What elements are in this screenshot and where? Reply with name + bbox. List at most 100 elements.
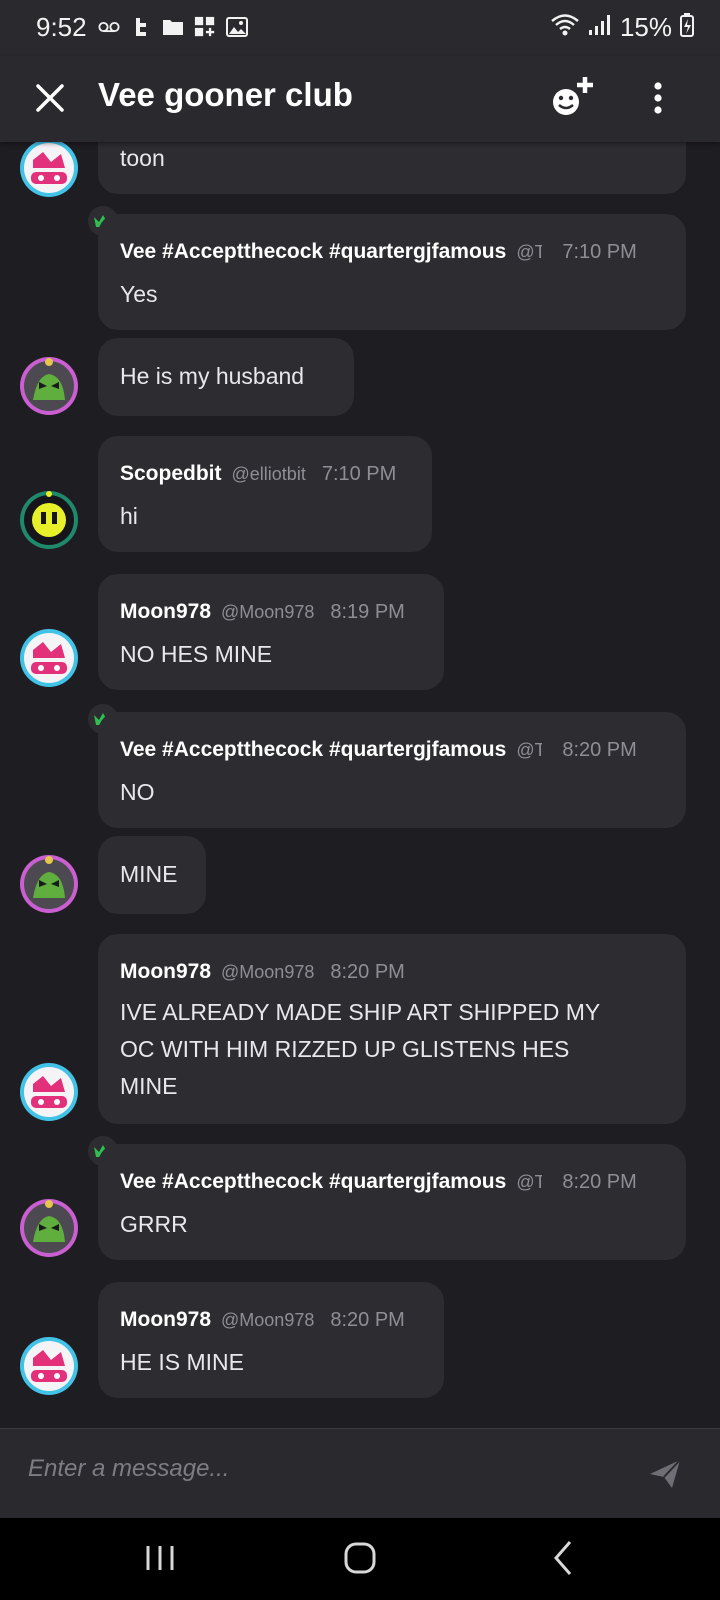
message-bubble[interactable]: He is my husband bbox=[98, 338, 354, 416]
message-time: 8:20 PM bbox=[562, 739, 637, 761]
message-meta: Vee #Acceptthecock #quartergjfamous @Te … bbox=[120, 738, 637, 762]
recent-apps-button[interactable] bbox=[140, 1538, 180, 1578]
add-member-button[interactable] bbox=[548, 72, 598, 122]
avatar-moon978[interactable] bbox=[19, 628, 79, 688]
status-bar: 9:52 15% bbox=[0, 0, 720, 56]
recent-apps-icon bbox=[146, 1546, 174, 1570]
message-author[interactable]: Vee #Acceptthecock #quartergjfamous bbox=[120, 1170, 506, 1194]
robot-avatar-icon bbox=[20, 629, 78, 687]
chat-header: Vee gooner club bbox=[0, 56, 720, 142]
message-handle: @Te bbox=[516, 1172, 543, 1192]
message-handle: @Moon978 bbox=[221, 962, 315, 982]
message-composer: Enter a message... bbox=[0, 1428, 720, 1518]
message-handle: @Moon978 bbox=[221, 602, 315, 622]
message-text: Yes bbox=[120, 281, 158, 307]
status-time: 9:52 bbox=[36, 12, 87, 42]
message-author[interactable]: Moon978 bbox=[120, 960, 211, 984]
message-handle: @Te bbox=[516, 242, 543, 262]
send-icon bbox=[650, 1459, 681, 1488]
apps-add-icon bbox=[194, 16, 216, 38]
message-bubble[interactable]: Vee #Acceptthecock #quartergjfamous @Te … bbox=[98, 1144, 686, 1260]
green-creature-avatar-icon bbox=[20, 1199, 78, 1257]
message-text: MINE bbox=[120, 861, 178, 887]
folder-icon bbox=[162, 16, 184, 38]
more-options-button[interactable] bbox=[640, 78, 676, 118]
message-time: 7:10 PM bbox=[321, 463, 397, 485]
message-meta: Moon978 @Moon978 8:19 PM bbox=[120, 600, 405, 624]
system-status: 15% bbox=[550, 12, 694, 43]
message-text-line: IVE ALREADY MADE SHIP ART SHIPPED MY bbox=[120, 999, 601, 1025]
gallery-icon bbox=[226, 16, 248, 38]
battery-charging-icon bbox=[680, 13, 694, 42]
signal-icon bbox=[588, 14, 612, 41]
message-author[interactable]: Moon978 bbox=[120, 1308, 211, 1332]
message-bubble[interactable]: Moon978 @Moon978 8:19 PM NO HES MINE bbox=[98, 574, 444, 690]
message-text: IVE ALREADY MADE SHIP ART SHIPPED MY OC … bbox=[120, 994, 600, 1105]
message-author[interactable]: Moon978 bbox=[120, 600, 211, 624]
system-nav-bar bbox=[0, 1518, 720, 1600]
avatar-vee[interactable] bbox=[19, 854, 79, 914]
message-text: NO HES MINE bbox=[120, 641, 273, 667]
back-chevron-icon bbox=[554, 1541, 572, 1575]
home-button[interactable] bbox=[340, 1538, 380, 1578]
message-bubble[interactable]: toon bbox=[98, 142, 686, 194]
message-bubble[interactable]: Moon978 @Moon978 8:20 PM IVE ALREADY MAD… bbox=[98, 934, 686, 1124]
message-handle: @Te bbox=[516, 740, 543, 760]
message-time: 7:10 PM bbox=[562, 241, 637, 263]
close-button[interactable] bbox=[30, 78, 70, 118]
message-meta: Moon978 @Moon978 8:20 PM bbox=[120, 960, 405, 984]
message-text: GRRR bbox=[120, 1211, 188, 1237]
message-text-line: OC WITH HIM RIZZED UP GLISTENS HES bbox=[120, 1036, 570, 1062]
avatar-moon978[interactable] bbox=[19, 1062, 79, 1122]
message-list[interactable]: toon Vee #Acceptthecock #quartergjfamous… bbox=[0, 142, 720, 1428]
message-meta: Vee #Acceptthecock #quartergjfamous @Te … bbox=[120, 240, 637, 264]
message-text: NO bbox=[120, 779, 155, 805]
notification-icons bbox=[98, 16, 248, 38]
app-notification-icon bbox=[130, 16, 152, 38]
yellow-robot-avatar-icon bbox=[20, 491, 78, 549]
message-author[interactable]: Vee #Acceptthecock #quartergjfamous bbox=[120, 738, 506, 762]
add-person-icon bbox=[553, 77, 593, 115]
message-author[interactable]: Scopedbit bbox=[120, 462, 222, 486]
message-meta: Moon978 @Moon978 8:20 PM bbox=[120, 1308, 405, 1332]
message-bubble[interactable]: MINE bbox=[98, 836, 206, 914]
message-bubble[interactable]: Vee #Acceptthecock #quartergjfamous @Te … bbox=[98, 712, 686, 828]
message-handle: @Moon978 bbox=[221, 1310, 315, 1330]
close-icon bbox=[36, 84, 64, 112]
wifi-icon bbox=[550, 13, 580, 42]
robot-avatar-icon bbox=[20, 1337, 78, 1395]
avatar-vee[interactable] bbox=[19, 356, 79, 416]
message-bubble[interactable]: Scopedbit @elliotbit 7:10 PM hi bbox=[98, 436, 432, 552]
avatar-moon978[interactable] bbox=[19, 1336, 79, 1396]
message-bubble[interactable]: Vee #Acceptthecock #quartergjfamous @Te … bbox=[98, 214, 686, 330]
message-time: 8:20 PM bbox=[330, 1309, 405, 1331]
message-time: 8:19 PM bbox=[330, 601, 405, 623]
message-meta: Scopedbit @elliotbit 7:10 PM bbox=[120, 462, 396, 486]
green-creature-avatar-icon bbox=[20, 855, 78, 913]
green-creature-avatar-icon bbox=[20, 357, 78, 415]
more-vertical-icon bbox=[654, 82, 662, 114]
avatar-vee[interactable] bbox=[19, 1198, 79, 1258]
avatar-scopedbit[interactable] bbox=[19, 490, 79, 550]
robot-avatar-icon bbox=[20, 1063, 78, 1121]
message-handle: @elliotbit bbox=[231, 464, 306, 484]
message-time: 8:20 PM bbox=[562, 1171, 637, 1193]
back-button[interactable] bbox=[544, 1538, 584, 1578]
message-meta: Vee #Acceptthecock #quartergjfamous @Te … bbox=[120, 1170, 637, 1194]
message-time: 8:20 PM bbox=[330, 961, 405, 983]
message-text: HE IS MINE bbox=[120, 1349, 244, 1375]
page-title: Vee gooner club bbox=[98, 76, 353, 113]
avatar-moon978[interactable] bbox=[19, 142, 79, 198]
message-bubble[interactable]: Moon978 @Moon978 8:20 PM HE IS MINE bbox=[98, 1282, 444, 1398]
voicemail-icon bbox=[98, 16, 120, 38]
send-button[interactable] bbox=[648, 1457, 682, 1491]
message-text: toon bbox=[120, 145, 165, 171]
message-author[interactable]: Vee #Acceptthecock #quartergjfamous bbox=[120, 240, 506, 264]
message-text-line: MINE bbox=[120, 1073, 178, 1099]
home-icon bbox=[344, 1542, 376, 1574]
message-text: hi bbox=[120, 503, 138, 529]
robot-avatar-icon bbox=[20, 142, 78, 197]
battery-percent: 15% bbox=[619, 12, 672, 42]
message-input[interactable]: Enter a message... bbox=[28, 1455, 229, 1483]
message-text: He is my husband bbox=[120, 363, 305, 389]
